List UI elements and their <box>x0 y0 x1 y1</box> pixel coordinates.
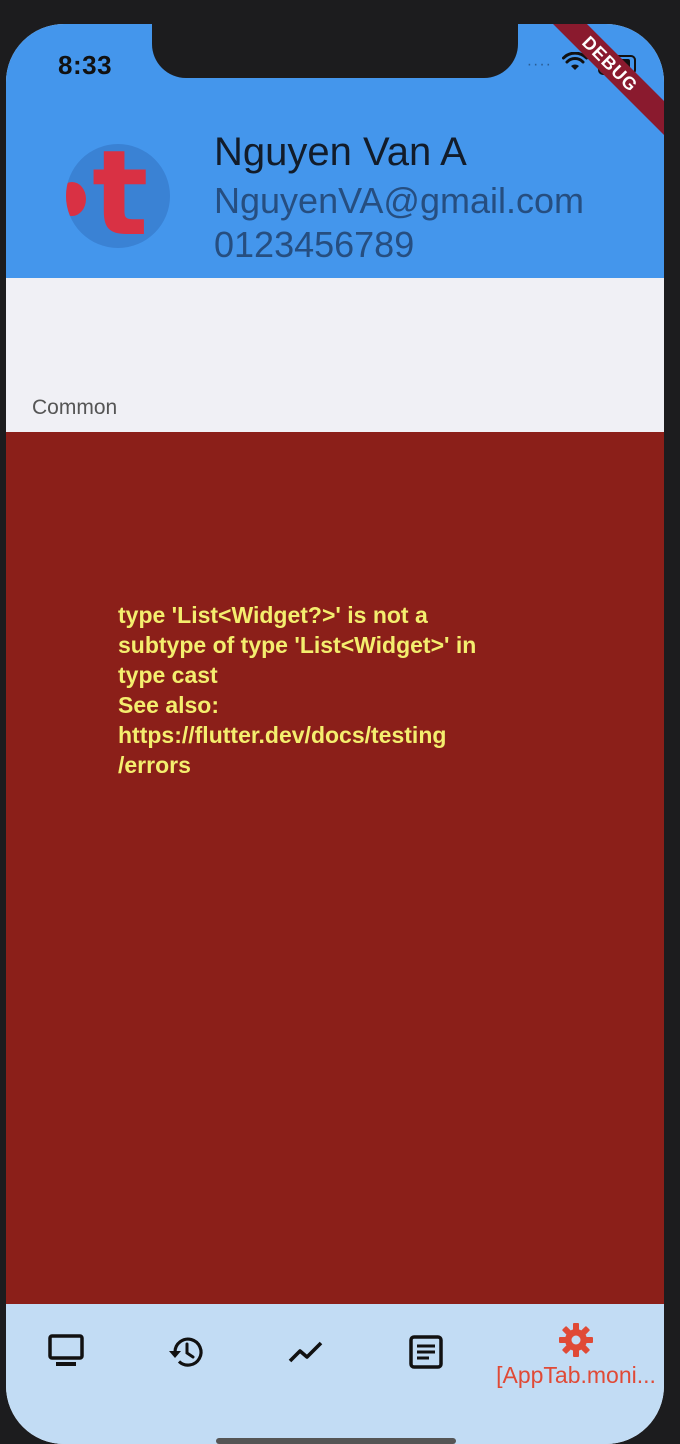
tab-settings-label: [AppTab.moni... <box>496 1362 656 1388</box>
error-message: type 'List<Widget?>' is not a subtype of… <box>118 602 477 778</box>
section-label: Common <box>32 396 118 419</box>
tab-history[interactable] <box>126 1304 246 1414</box>
bottom-tab-bar: [AppTab.moni... <box>6 1304 664 1444</box>
signal-icon: ···· <box>526 55 552 73</box>
device-screen: 8:33 ···· DEBUG t Nguyen Van A NguyenVA@… <box>6 24 664 1444</box>
tab-trending[interactable] <box>246 1304 366 1414</box>
tab-settings[interactable]: [AppTab.moni... <box>496 1304 656 1414</box>
avatar-letter: t <box>92 144 149 248</box>
error-panel: type 'List<Widget?>' is not a subtype of… <box>6 432 664 1304</box>
history-icon <box>167 1334 205 1370</box>
user-email: NguyenVA@gmail.com <box>214 180 585 221</box>
article-icon <box>408 1334 444 1370</box>
device-notch <box>152 24 518 78</box>
gear-icon <box>558 1322 594 1358</box>
monitor-icon <box>48 1334 84 1368</box>
user-phone: 0123456789 <box>214 224 415 265</box>
status-time: 8:33 <box>58 50 113 80</box>
user-name: Nguyen Van A <box>214 130 467 174</box>
debug-banner: DEBUG <box>530 24 664 144</box>
profile-header: 8:33 ···· DEBUG t Nguyen Van A NguyenVA@… <box>6 24 664 278</box>
tab-article[interactable] <box>366 1304 486 1414</box>
home-indicator[interactable] <box>216 1438 456 1444</box>
tab-monitor[interactable] <box>6 1304 126 1414</box>
trending-up-icon <box>287 1334 325 1368</box>
avatar[interactable]: t <box>66 144 170 248</box>
